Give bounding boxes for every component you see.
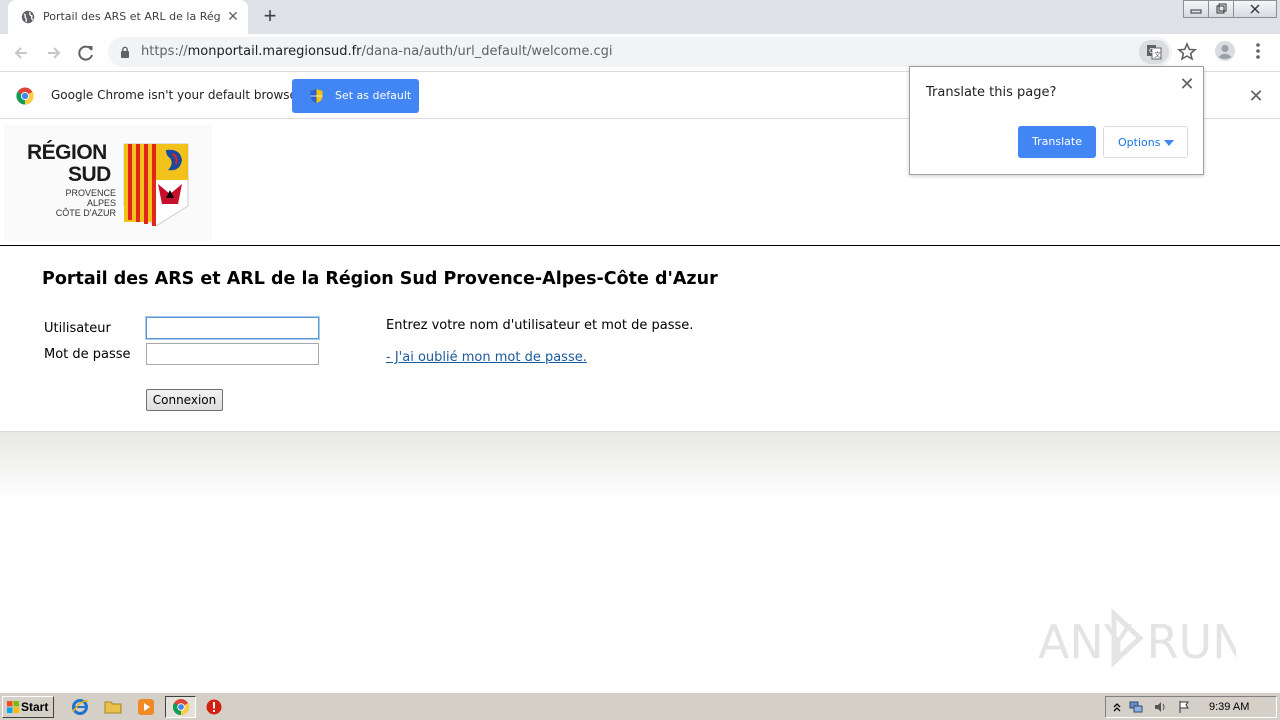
start-button[interactable]: Start bbox=[2, 696, 54, 718]
minimize-button[interactable] bbox=[1183, 0, 1209, 18]
tab-strip: Portail des ARS et ARL de la Région ✕ + bbox=[0, 0, 1280, 34]
set-as-default-button[interactable]: Set as default bbox=[292, 79, 419, 113]
page-title: Portail des ARS et ARL de la Région Sud … bbox=[42, 269, 718, 289]
coat-of-arms-icon bbox=[123, 143, 189, 227]
system-tray: 9:39 AM bbox=[1105, 696, 1277, 718]
translate-options-button[interactable]: Options bbox=[1103, 126, 1188, 158]
forward-arrow-icon[interactable] bbox=[43, 42, 65, 64]
chevron-down-icon bbox=[1164, 140, 1174, 146]
tab-title: Portail des ARS et ARL de la Région bbox=[43, 10, 221, 23]
login-button[interactable]: Connexion bbox=[146, 389, 223, 411]
password-label: Mot de passe bbox=[44, 347, 131, 362]
infobar-message: Google Chrome isn't your default browser bbox=[51, 88, 302, 102]
anyrun-watermark: ANY RUN bbox=[1036, 608, 1247, 670]
address-bar[interactable]: https://monportail.maregionsud.fr/dana-n… bbox=[108, 37, 1197, 67]
clock: 9:39 AM bbox=[1209, 701, 1250, 713]
svg-text:文: 文 bbox=[1154, 50, 1161, 59]
page-footer-shade bbox=[0, 431, 1280, 501]
set-as-default-label: Set as default bbox=[335, 89, 412, 102]
back-arrow-icon[interactable] bbox=[10, 42, 32, 64]
url-text: https://monportail.maregionsud.fr/dana-n… bbox=[141, 44, 613, 59]
chrome-logo-icon bbox=[16, 87, 34, 105]
profile-avatar-icon[interactable] bbox=[1214, 40, 1236, 62]
infobar-close-icon[interactable]: ✕ bbox=[1247, 87, 1265, 105]
logo-line2: SUD bbox=[68, 163, 111, 186]
taskbar-chrome-button[interactable] bbox=[165, 696, 196, 718]
tray-expand-icon[interactable] bbox=[1110, 700, 1124, 714]
region-sud-logo: RÉGION SUD PROVENCE ALPES CÔTE D'AZUR bbox=[4, 125, 212, 241]
taskbar: Start 9:39 AM bbox=[0, 692, 1280, 720]
close-tab-icon[interactable]: ✕ bbox=[226, 9, 240, 23]
lock-icon[interactable] bbox=[120, 46, 130, 58]
username-label: Utilisateur bbox=[44, 321, 111, 336]
kebab-menu-icon[interactable] bbox=[1250, 42, 1266, 60]
network-icon[interactable] bbox=[1129, 700, 1143, 714]
translate-button[interactable]: Translate bbox=[1018, 126, 1096, 158]
globe-icon bbox=[21, 10, 35, 24]
translate-popup: Translate this page? ✕ Translate Options bbox=[909, 66, 1204, 175]
bookmark-star-icon[interactable] bbox=[1177, 42, 1197, 62]
username-input[interactable] bbox=[145, 316, 320, 340]
translate-icon[interactable]: G 文 bbox=[1139, 40, 1169, 64]
action-center-flag-icon[interactable] bbox=[1177, 700, 1191, 714]
password-input[interactable] bbox=[146, 343, 319, 365]
logo-subtitle: PROVENCE ALPES CÔTE D'AZUR bbox=[55, 188, 116, 218]
volume-icon[interactable] bbox=[1153, 700, 1167, 714]
internet-explorer-icon[interactable] bbox=[71, 698, 89, 716]
start-label: Start bbox=[21, 700, 49, 714]
uac-shield-icon bbox=[310, 89, 323, 103]
media-player-icon[interactable] bbox=[137, 698, 155, 716]
login-hint: Entrez votre nom d'utilisateur et mot de… bbox=[386, 318, 694, 333]
restore-button[interactable] bbox=[1208, 0, 1234, 18]
folder-icon[interactable] bbox=[104, 698, 122, 716]
new-tab-icon[interactable]: + bbox=[258, 5, 282, 28]
translate-close-icon[interactable]: ✕ bbox=[1178, 75, 1196, 93]
login-section: Portail des ARS et ARL de la Région Sud … bbox=[0, 247, 1280, 431]
translate-question: Translate this page? bbox=[926, 85, 1057, 100]
stop-sign-icon[interactable] bbox=[205, 698, 223, 716]
logo-line1: RÉGION bbox=[27, 141, 107, 164]
close-window-button[interactable] bbox=[1233, 0, 1277, 18]
forgot-password-link[interactable]: - J'ai oublié mon mot de passe. bbox=[386, 350, 587, 365]
options-label: Options bbox=[1118, 136, 1161, 149]
chrome-taskbar-icon bbox=[172, 699, 190, 716]
browser-tab[interactable]: Portail des ARS et ARL de la Région ✕ bbox=[8, 0, 248, 34]
reload-icon[interactable] bbox=[75, 42, 97, 64]
windows-flag-icon bbox=[7, 701, 19, 713]
